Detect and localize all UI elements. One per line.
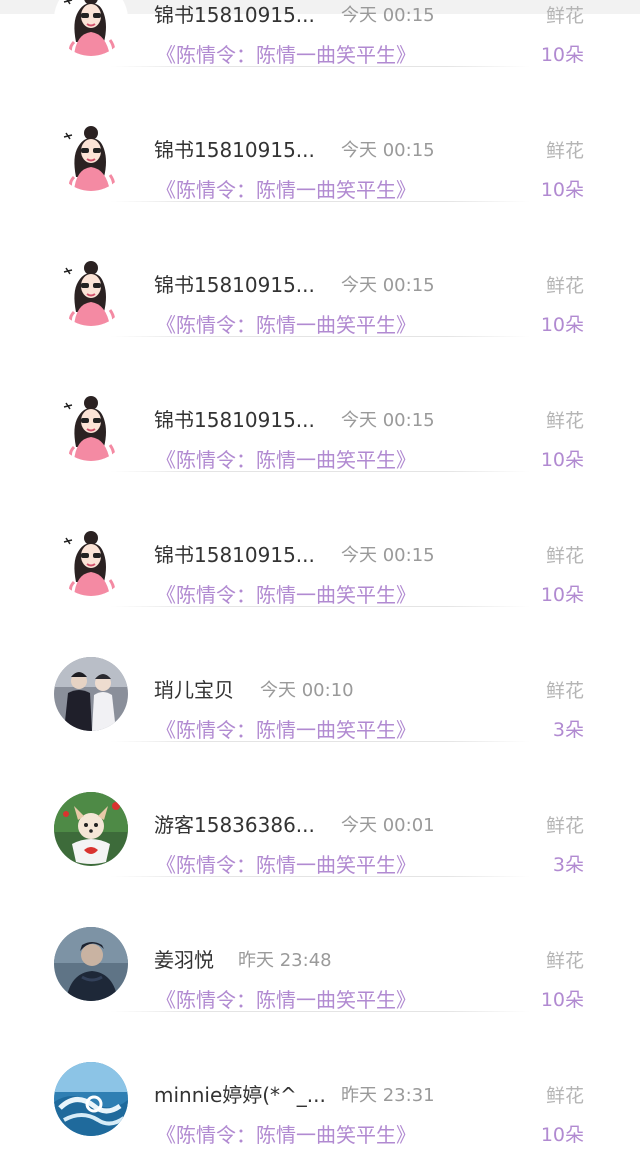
gift-amount: 10朵 — [540, 314, 584, 336]
cartoon-girl-avatar[interactable] — [54, 0, 128, 56]
list-item[interactable]: 锦书15810915... 今天 00:15 《陈情令：陈情一曲笑平生》 鲜花 … — [0, 337, 640, 472]
user-name[interactable]: 姜羽悦 — [154, 947, 214, 973]
gift-type: 鲜花 — [545, 140, 584, 162]
user-name[interactable]: 锦书15810915... — [154, 2, 315, 28]
cartoon-girl-avatar[interactable] — [54, 387, 128, 461]
user-name[interactable]: 锦书15810915... — [154, 272, 315, 298]
list-item[interactable]: 锦书15810915... 今天 00:15 《陈情令：陈情一曲笑平生》 鲜花 … — [0, 472, 640, 607]
timestamp: 今天 00:15 — [341, 410, 435, 431]
list-item[interactable]: 锦书15810915... 今天 00:15 《陈情令：陈情一曲笑平生》 鲜花 … — [0, 0, 640, 67]
ocean-wave-avatar[interactable] — [54, 1062, 128, 1136]
man-portrait-avatar[interactable] — [54, 927, 128, 1001]
gift-type: 鲜花 — [545, 680, 584, 702]
list-item[interactable]: 锦书15810915... 今天 00:15 《陈情令：陈情一曲笑平生》 鲜花 … — [0, 202, 640, 337]
timestamp: 今天 00:10 — [260, 680, 354, 701]
gift-type: 鲜花 — [545, 545, 584, 567]
cartoon-girl-avatar[interactable] — [54, 117, 128, 191]
gift-type: 鲜花 — [545, 1085, 584, 1107]
list-item[interactable]: 锦书15810915... 今天 00:15 《陈情令：陈情一曲笑平生》 鲜花 … — [0, 67, 640, 202]
gift-amount: 10朵 — [540, 449, 584, 471]
timestamp: 今天 00:15 — [341, 545, 435, 566]
book-title-link[interactable]: 《陈情令：陈情一曲笑平生》 — [156, 582, 416, 608]
gift-amount: 10朵 — [540, 584, 584, 606]
book-title-link[interactable]: 《陈情令：陈情一曲笑平生》 — [156, 177, 416, 203]
gift-type: 鲜花 — [545, 950, 584, 972]
gift-amount: 3朵 — [552, 854, 584, 876]
user-name[interactable]: 琑儿宝贝 — [154, 677, 234, 703]
book-title-link[interactable]: 《陈情令：陈情一曲笑平生》 — [156, 447, 416, 473]
user-name[interactable]: 锦书15810915... — [154, 137, 315, 163]
list-item[interactable]: 琑儿宝贝 今天 00:10 《陈情令：陈情一曲笑平生》 鲜花 3朵 — [0, 607, 640, 742]
book-title-link[interactable]: 《陈情令：陈情一曲笑平生》 — [156, 312, 416, 338]
list-item[interactable]: minnie婷婷(*^_... 昨天 23:31 《陈情令：陈情一曲笑平生》 鲜… — [0, 1012, 640, 1147]
gift-type: 鲜花 — [545, 410, 584, 432]
book-title-link[interactable]: 《陈情令：陈情一曲笑平生》 — [156, 852, 416, 878]
gift-amount: 10朵 — [540, 989, 584, 1011]
book-title-link[interactable]: 《陈情令：陈情一曲笑平生》 — [156, 717, 416, 743]
timestamp: 今天 00:01 — [341, 815, 435, 836]
gift-amount: 10朵 — [540, 179, 584, 201]
puppy-photo-avatar[interactable] — [54, 792, 128, 866]
timestamp: 今天 00:15 — [341, 140, 435, 161]
list-item[interactable]: 姜羽悦 昨天 23:48 《陈情令：陈情一曲笑平生》 鲜花 10朵 — [0, 877, 640, 1012]
gift-amount: 3朵 — [552, 719, 584, 741]
user-name[interactable]: minnie婷婷(*^_... — [154, 1082, 326, 1108]
gift-type: 鲜花 — [545, 5, 584, 27]
two-men-photo-avatar[interactable] — [54, 657, 128, 731]
book-title-link[interactable]: 《陈情令：陈情一曲笑平生》 — [156, 42, 416, 68]
cartoon-girl-avatar[interactable] — [54, 522, 128, 596]
timestamp: 昨天 23:31 — [341, 1085, 435, 1106]
gift-amount: 10朵 — [540, 1124, 584, 1146]
book-title-link[interactable]: 《陈情令：陈情一曲笑平生》 — [156, 1122, 416, 1148]
user-name[interactable]: 锦书15810915... — [154, 407, 315, 433]
timestamp: 昨天 23:48 — [238, 950, 332, 971]
timestamp: 今天 00:15 — [341, 275, 435, 296]
timestamp: 今天 00:15 — [341, 5, 435, 26]
user-name[interactable]: 游客15836386... — [154, 812, 315, 838]
book-title-link[interactable]: 《陈情令：陈情一曲笑平生》 — [156, 987, 416, 1013]
gift-record-list: 锦书15810915... 今天 00:15 《陈情令：陈情一曲笑平生》 鲜花 … — [0, 0, 640, 1147]
user-name[interactable]: 锦书15810915... — [154, 542, 315, 568]
gift-amount: 10朵 — [540, 44, 584, 66]
gift-type: 鲜花 — [545, 815, 584, 837]
gift-type: 鲜花 — [545, 275, 584, 297]
cartoon-girl-avatar[interactable] — [54, 252, 128, 326]
list-item[interactable]: 游客15836386... 今天 00:01 《陈情令：陈情一曲笑平生》 鲜花 … — [0, 742, 640, 877]
